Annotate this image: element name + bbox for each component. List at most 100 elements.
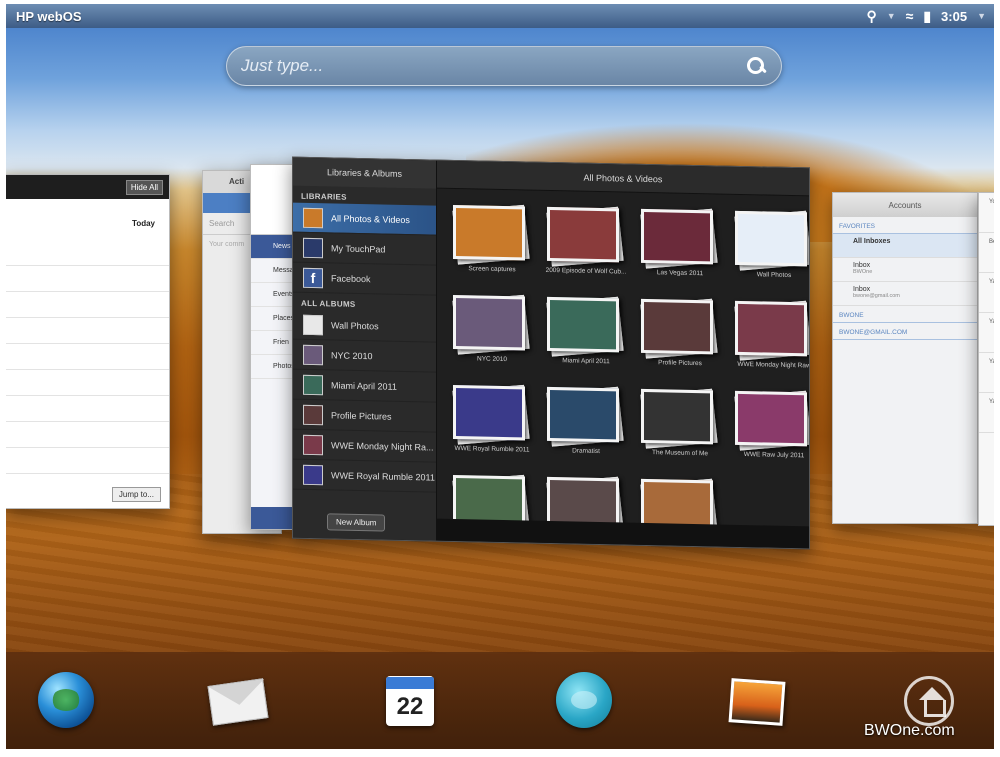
inbox-item[interactable]: Inbox bwone@gmail.com <box>833 282 977 306</box>
album-item[interactable]: Profile Pictures <box>293 399 436 433</box>
messages-card[interactable]: Yo Be Ya Ya Ya Ya <box>978 192 994 526</box>
library-item-all[interactable]: All Photos & Videos <box>293 202 436 236</box>
favorites-heading: FAVORITES <box>833 217 977 234</box>
album-cover <box>641 298 713 355</box>
calendar-row[interactable] <box>6 240 169 266</box>
search-input[interactable] <box>241 56 745 76</box>
message-item[interactable]: Yo <box>979 193 994 233</box>
album-stack[interactable]: WWE Monday Night Raw <box>729 297 810 387</box>
calendar-row[interactable] <box>6 370 169 396</box>
album-item[interactable]: Wall Photos <box>293 309 436 343</box>
calendar-icon[interactable]: 22 <box>386 676 434 726</box>
album-item[interactable]: WWE Monday Night Ra... <box>293 429 436 463</box>
album-stack[interactable]: Wall Photos <box>729 207 810 297</box>
album-thumbnail <box>303 434 323 455</box>
album-label: NYC 2010 <box>331 349 373 361</box>
account-heading[interactable]: BWONE@GMAIL.COM <box>833 323 977 340</box>
photos-card[interactable]: Libraries & Albums LIBRARIES All Photos … <box>292 156 810 550</box>
messaging-icon[interactable] <box>556 672 612 728</box>
chevron-down-icon[interactable]: ▼ <box>977 11 986 21</box>
brand-label: HP webOS <box>16 8 82 24</box>
album-cover <box>641 388 713 445</box>
album-stack[interactable]: Screen captures <box>447 201 537 291</box>
message-item[interactable]: Ya <box>979 393 994 433</box>
album-stack[interactable]: The Museum of Me <box>635 385 725 475</box>
album-thumbnail <box>303 404 323 425</box>
album-item[interactable]: WWE Royal Rumble 2011 <box>293 459 436 493</box>
album-stack[interactable]: Las Vegas 2011 <box>635 205 725 295</box>
album-grid: Screen captures 2009 Episode of Wolf Cub.… <box>437 189 810 550</box>
message-item[interactable]: Ya <box>979 313 994 353</box>
message-item[interactable]: Ya <box>979 273 994 313</box>
search-icon[interactable]: ⚲ <box>866 8 876 25</box>
album-stack[interactable]: 2009 Episode of Wolf Cub... <box>541 203 631 293</box>
inbox-item[interactable]: Inbox BWOne <box>833 258 977 282</box>
calendar-row[interactable] <box>6 344 169 370</box>
album-thumbnail <box>303 344 323 365</box>
calendar-row[interactable] <box>6 448 169 474</box>
album-caption: 2009 Episode of Wolf Cub... <box>545 266 627 276</box>
album-label: Wall Photos <box>331 319 379 331</box>
calendar-row[interactable] <box>6 292 169 318</box>
album-caption: The Museum of Me <box>652 449 708 458</box>
touchpad-icon <box>303 237 323 258</box>
message-item[interactable]: Be <box>979 233 994 273</box>
album-caption: WWE Raw July 2011 <box>743 451 805 460</box>
calendar-icon-header <box>386 677 434 689</box>
magnifier-icon[interactable] <box>745 55 767 77</box>
calendar-row[interactable] <box>6 396 169 422</box>
photos-icon[interactable] <box>728 678 786 726</box>
hide-all-button[interactable]: Hide All <box>125 179 163 195</box>
library-item-touchpad[interactable]: My TouchPad <box>293 232 436 266</box>
album-cover <box>735 390 807 447</box>
album-item[interactable]: NYC 2010 <box>293 339 436 373</box>
album-caption: Profile Pictures <box>658 359 702 368</box>
album-thumbnail <box>303 207 323 228</box>
album-stack[interactable]: WWE Raw July 2011 <box>729 387 810 477</box>
calendar-row[interactable] <box>6 318 169 344</box>
all-inboxes-item[interactable]: All Inboxes <box>833 234 977 258</box>
album-item[interactable]: Miami April 2011 <box>293 369 436 403</box>
account-heading[interactable]: BWONE <box>833 306 977 323</box>
album-cover <box>547 386 619 443</box>
new-album-button[interactable]: New Album <box>327 513 386 532</box>
album-cover <box>453 384 525 441</box>
chevron-down-icon[interactable]: ▼ <box>887 11 896 21</box>
calendar-day: 22 <box>396 693 424 720</box>
inbox-account: bwone@gmail.com <box>853 293 900 299</box>
album-cover <box>735 300 807 357</box>
album-stack[interactable]: Miami April 2011 <box>541 293 631 383</box>
calendar-row[interactable] <box>6 422 169 448</box>
wifi-icon[interactable]: ≈ <box>906 8 914 24</box>
album-thumbnail <box>303 314 323 335</box>
calendar-card[interactable]: Hide All Today Jump to... <box>6 174 170 509</box>
albums-sidebar: Libraries & Albums LIBRARIES All Photos … <box>293 157 437 541</box>
album-cover <box>547 296 619 353</box>
album-cover <box>641 208 713 265</box>
album-stack[interactable]: Dramatist <box>541 383 631 473</box>
library-label: My TouchPad <box>331 242 386 255</box>
email-icon[interactable] <box>207 678 269 726</box>
photos-main: All Photos & Videos Screen captures 2009 … <box>437 160 810 550</box>
accounts-title: Accounts <box>833 193 977 217</box>
email-card[interactable]: Accounts FAVORITES All Inboxes Inbox BWO… <box>832 192 978 524</box>
album-caption: WWE Royal Rumble 2011 <box>454 444 530 454</box>
clock[interactable]: 3:05 <box>941 9 967 24</box>
jump-to-button[interactable]: Jump to... <box>111 487 161 502</box>
message-item[interactable]: Ya <box>979 353 994 393</box>
web-browser-icon[interactable] <box>38 672 94 728</box>
desktop: HP webOS ⚲ ▼ ≈ ▮ 3:05 ▼ Hide All Today <box>6 4 994 749</box>
card-topbar: Hide All <box>6 175 169 199</box>
quick-launch-dock: 22 BWOne.com <box>6 652 994 749</box>
album-stack[interactable]: NYC 2010 <box>447 291 537 381</box>
calendar-row[interactable] <box>6 266 169 292</box>
launcher-icon[interactable] <box>904 676 954 726</box>
album-cover <box>453 204 525 261</box>
album-stack[interactable]: Profile Pictures <box>635 295 725 385</box>
just-type-search[interactable] <box>226 46 782 86</box>
album-stack[interactable]: WWE Royal Rumble 2011 <box>447 381 537 471</box>
album-cover <box>547 206 619 263</box>
battery-icon[interactable]: ▮ <box>923 8 931 25</box>
library-item-facebook[interactable]: f Facebook <box>293 262 436 296</box>
album-caption: NYC 2010 <box>477 355 507 364</box>
